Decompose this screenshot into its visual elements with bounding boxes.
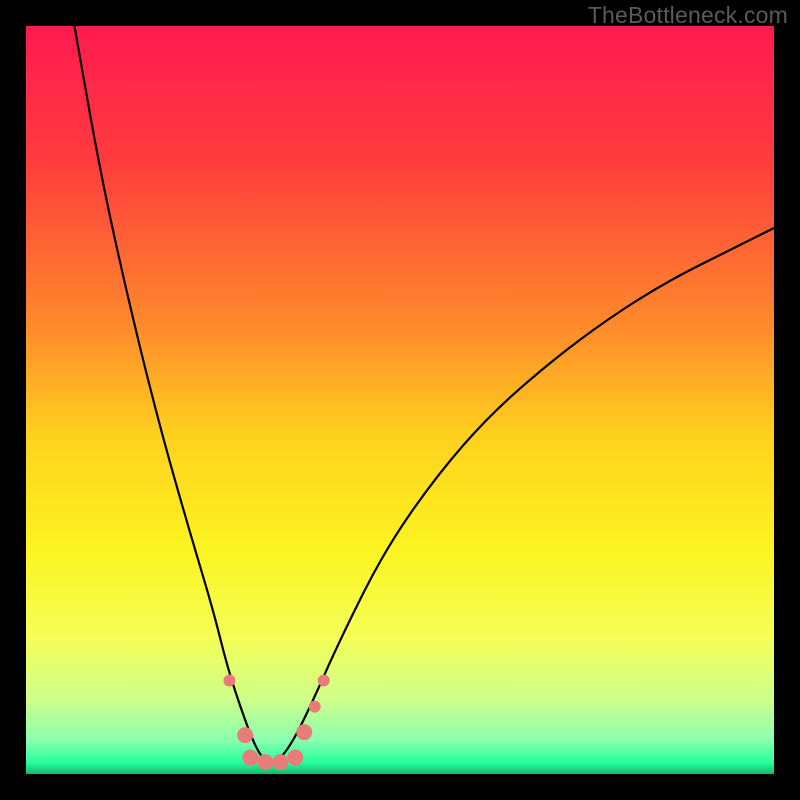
curve-marker [296, 724, 312, 740]
chart-plot-area [26, 26, 774, 774]
chart-svg [26, 26, 774, 774]
attribution-text: TheBottleneck.com [588, 2, 788, 29]
gradient-background [26, 26, 774, 774]
curve-marker [257, 754, 273, 770]
curve-marker [287, 750, 303, 766]
curve-marker [309, 701, 321, 713]
curve-marker [237, 727, 253, 743]
curve-marker [242, 750, 258, 766]
curve-marker [272, 754, 288, 770]
curve-marker [318, 675, 330, 687]
chart-frame: TheBottleneck.com [0, 0, 800, 800]
curve-marker [223, 675, 235, 687]
